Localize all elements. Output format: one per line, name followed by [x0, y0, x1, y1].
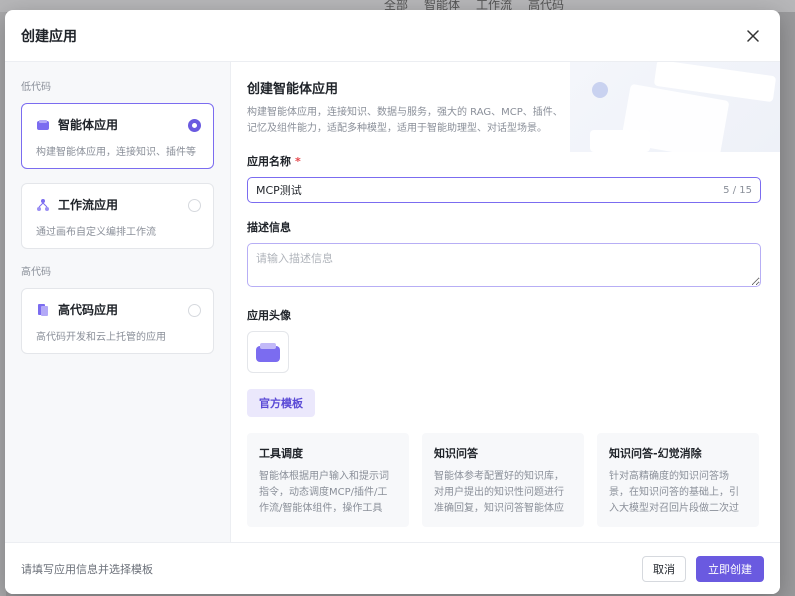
type-desc: 高代码开发和云上托管的应用: [36, 332, 166, 343]
footer-hint: 请填写应用信息并选择模板: [21, 562, 153, 576]
app-form: 创建智能体应用 构建智能体应用，连接知识、数据与服务，强大的 RAG、MCP、插…: [231, 62, 780, 542]
radio-unselected[interactable]: [188, 304, 201, 317]
footer-buttons: 取消 立即创建: [642, 555, 764, 582]
radio-unselected[interactable]: [188, 199, 201, 212]
template-desc: 智能体参考配置好的知识库，对用户提出的知识性问题进行准确回复，知识问答智能体应用…: [434, 471, 564, 514]
tab-official-templates[interactable]: 官方模板: [247, 389, 315, 417]
modal-footer: 请填写应用信息并选择模板 取消 立即创建: [5, 542, 780, 594]
desc-label: 描述信息: [247, 221, 291, 234]
radio-selected[interactable]: [188, 119, 201, 132]
type-card-workflow[interactable]: 工作流应用 通过画布自定义编排工作流: [21, 183, 214, 249]
name-label-text: 应用名称: [247, 155, 291, 168]
avatar[interactable]: [247, 331, 289, 373]
agent-icon: [36, 118, 50, 132]
workflow-icon: [36, 198, 50, 212]
description-input[interactable]: [247, 243, 761, 287]
template-card[interactable]: 知识问答-幻觉消除 针对高精确度的知识问答场景，在知识问答的基础上，引入大模型对…: [597, 433, 759, 527]
template-card[interactable]: 工具调度 智能体根据用户输入和提示词指令，动态调度MCP/插件/工作流/智能体组…: [247, 433, 409, 527]
type-desc: 构建智能体应用，连接知识、插件等: [36, 147, 196, 158]
avatar-label: 应用头像: [247, 309, 291, 322]
modal-body: 低代码 智能体应用 构建智能体应用，连接知识、插件等 工作流应用 通过画布自定义…: [5, 62, 780, 542]
app-name-input[interactable]: [256, 183, 656, 197]
template-card[interactable]: 知识问答 智能体参考配置好的知识库，对用户提出的知识性问题进行准确回复，知识问答…: [422, 433, 584, 527]
name-label: 应用名称 *: [247, 153, 764, 169]
modal-title: 创建应用: [21, 28, 77, 45]
template-title: 知识问答-幻觉消除: [609, 447, 702, 460]
form-title: 创建智能体应用: [247, 82, 339, 97]
template-title: 工具调度: [259, 447, 303, 460]
cancel-button[interactable]: 取消: [642, 555, 686, 582]
create-app-modal: 创建应用 低代码 智能体应用 构建智能体应用，连接知识、插件等 工作流应用 通过…: [5, 10, 780, 594]
app-type-sidebar: 低代码 智能体应用 构建智能体应用，连接知识、插件等 工作流应用 通过画布自定义…: [5, 62, 231, 542]
banner-illustration: [570, 62, 780, 160]
type-desc: 通过画布自定义编排工作流: [36, 227, 156, 238]
template-title: 知识问答: [434, 447, 478, 460]
type-name: 高代码应用: [58, 303, 119, 317]
type-card-agent[interactable]: 智能体应用 构建智能体应用，连接知识、插件等: [21, 103, 214, 169]
type-name: 工作流应用: [58, 198, 119, 212]
low-code-label: 低代码: [21, 82, 51, 93]
template-list: 工具调度 智能体根据用户输入和提示词指令，动态调度MCP/插件/工作流/智能体组…: [247, 433, 764, 527]
type-card-code[interactable]: 高代码应用 高代码开发和云上托管的应用: [21, 288, 214, 354]
char-count: 5 / 15: [723, 184, 752, 196]
type-name: 智能体应用: [58, 118, 119, 132]
close-icon[interactable]: [742, 25, 764, 47]
modal-header: 创建应用: [5, 10, 780, 62]
form-description: 构建智能体应用，连接知识、数据与服务，强大的 RAG、MCP、插件、记忆及组件能…: [247, 107, 563, 134]
template-desc: 智能体根据用户输入和提示词指令，动态调度MCP/插件/工作流/智能体组件，操作工…: [259, 471, 389, 514]
agent-avatar-icon: [256, 343, 280, 362]
high-code-label: 高代码: [21, 267, 51, 278]
code-icon: [36, 303, 50, 317]
app-name-field[interactable]: 5 / 15: [247, 177, 761, 203]
template-desc: 针对高精确度的知识问答场景，在知识问答的基础上，引入大模型对召回片段做二次过滤，…: [609, 471, 739, 514]
required-mark: *: [295, 155, 301, 168]
create-button[interactable]: 立即创建: [696, 555, 764, 582]
